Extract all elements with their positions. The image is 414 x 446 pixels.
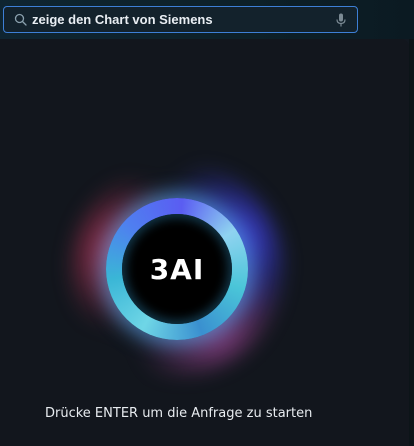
search-icon: [12, 12, 28, 28]
app-window: 3AI Drücke ENTER um die Anfrage zu start…: [0, 0, 414, 446]
search-box[interactable]: [3, 6, 358, 33]
window-edge: [409, 39, 414, 446]
enter-hint: Drücke ENTER um die Anfrage zu starten: [45, 406, 313, 421]
search-input[interactable]: [28, 7, 333, 32]
3ai-logo: 3AI: [149, 252, 205, 286]
orb-core: 3AI: [122, 214, 232, 324]
top-bar: [0, 0, 414, 39]
ai-orb[interactable]: 3AI: [72, 164, 282, 374]
microphone-icon[interactable]: [333, 12, 349, 28]
